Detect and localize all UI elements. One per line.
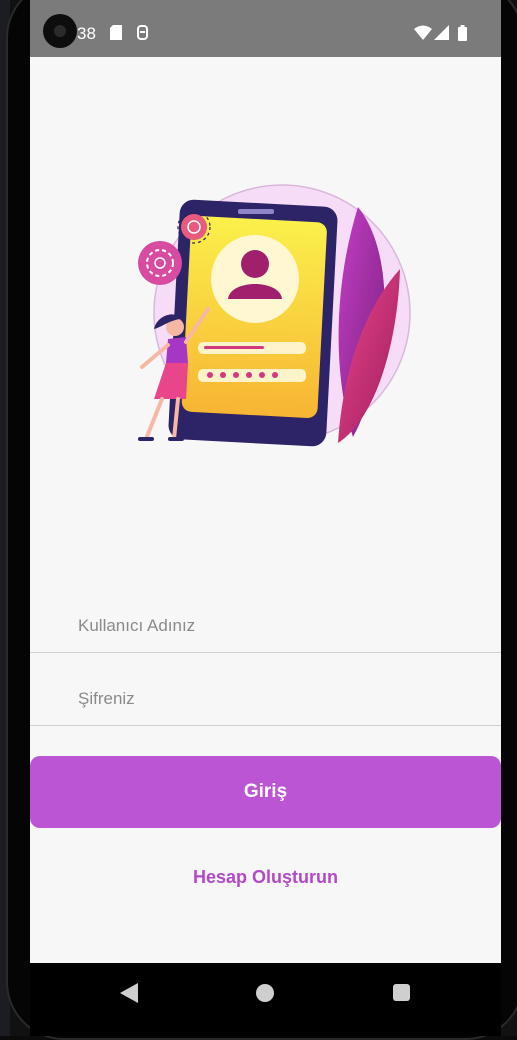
recents-icon[interactable]: [393, 984, 410, 1001]
sd-card-icon: [110, 25, 122, 44]
password-input[interactable]: [78, 685, 458, 713]
app-screen: 38 Kullanıcı Adınız Giriş Hesap Oluşturu…: [30, 0, 501, 1036]
username-input[interactable]: [78, 612, 458, 640]
usb-icon: [136, 25, 149, 44]
system-nav-bar: [30, 963, 501, 1036]
status-time: 38: [77, 24, 96, 43]
signal-icon: [434, 25, 449, 44]
camera-cutout: [43, 14, 77, 48]
create-account-link[interactable]: Hesap Oluşturun: [30, 867, 501, 888]
login-button[interactable]: Giriş: [30, 756, 501, 828]
status-bar: 38: [30, 0, 501, 57]
device-frame: 38 Kullanıcı Adınız Giriş Hesap Oluşturu…: [0, 0, 517, 1040]
username-field: [30, 592, 501, 653]
wifi-icon: [414, 25, 432, 44]
login-content: Giriş Hesap Oluşturun: [30, 57, 501, 963]
home-icon[interactable]: [256, 984, 274, 1002]
battery-icon: [458, 25, 467, 45]
back-icon[interactable]: [120, 983, 138, 1008]
login-illustration: [138, 184, 411, 447]
password-field: [30, 665, 501, 726]
